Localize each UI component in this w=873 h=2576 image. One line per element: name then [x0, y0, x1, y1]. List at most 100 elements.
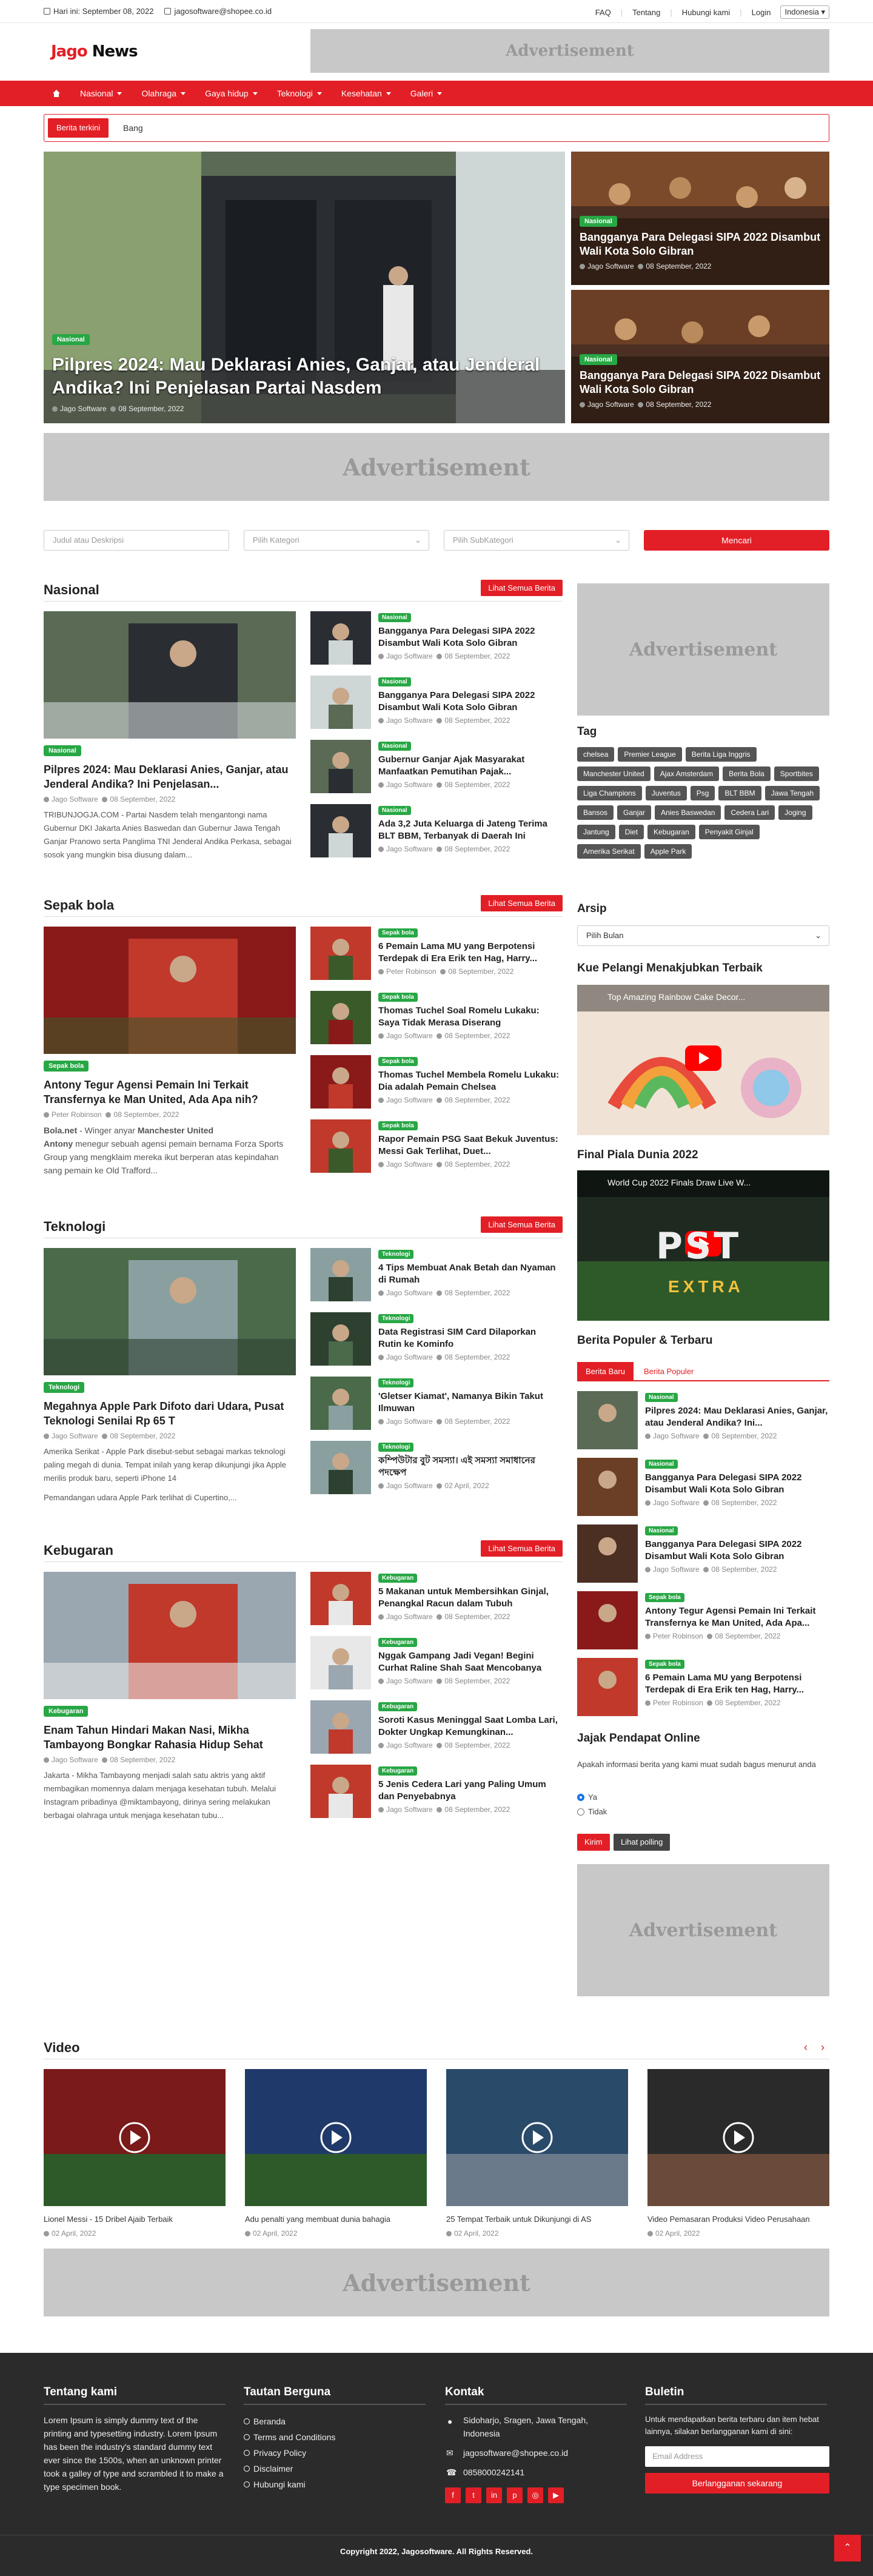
- tag-item[interactable]: BLT BBM: [718, 786, 761, 800]
- sidebar-ad-2[interactable]: Advertisement: [577, 1864, 829, 1996]
- banner-ad[interactable]: Advertisement: [44, 433, 829, 501]
- category-badge[interactable]: Nasional: [645, 1393, 678, 1402]
- popular-item-image[interactable]: [577, 1658, 638, 1716]
- section-main-image[interactable]: [44, 1572, 296, 1699]
- popular-item-image[interactable]: [577, 1591, 638, 1649]
- category-badge[interactable]: Kebugaran: [44, 1706, 89, 1717]
- category-badge[interactable]: Nasional: [378, 677, 411, 686]
- tag-item[interactable]: Sportbites: [774, 766, 819, 781]
- subscribe-button[interactable]: Berlangganan sekarang: [645, 2473, 829, 2494]
- category-badge[interactable]: Sepak bola: [378, 928, 418, 937]
- popular-item-image[interactable]: [577, 1458, 638, 1516]
- list-item-title[interactable]: কম্পিউটার বুট সমস্যা। এই সমস্যা সমাধানের…: [378, 1455, 560, 1479]
- footer-link[interactable]: Privacy Policy: [244, 2445, 426, 2461]
- popular-item-title[interactable]: Pilpres 2024: Mau Deklarasi Anies, Ganja…: [645, 1405, 829, 1429]
- see-all-button[interactable]: Lihat Semua Berita: [481, 1216, 563, 1233]
- footer-link[interactable]: Terms and Conditions: [244, 2429, 426, 2445]
- category-badge[interactable]: Teknologi: [378, 1314, 414, 1323]
- video-card-thumbnail[interactable]: [44, 2069, 226, 2206]
- category-badge[interactable]: Nasional: [378, 613, 411, 622]
- tag-item[interactable]: Joging: [778, 805, 812, 820]
- category-badge[interactable]: Nasional: [52, 334, 90, 345]
- list-item-title[interactable]: 5 Jenis Cedera Lari yang Paling Umum dan…: [378, 1779, 560, 1803]
- pinterest-icon[interactable]: p: [507, 2487, 523, 2503]
- tag-item[interactable]: Berita Liga Inggris: [685, 747, 757, 762]
- tag-item[interactable]: Diet: [618, 825, 644, 839]
- chevron-right-icon[interactable]: ›: [821, 2041, 824, 2054]
- list-item-image[interactable]: [310, 1055, 371, 1109]
- list-item-image[interactable]: [310, 1441, 371, 1494]
- video-card-thumbnail[interactable]: [446, 2069, 628, 2206]
- list-item-title[interactable]: Thomas Tuchel Membela Romelu Lukaku: Dia…: [378, 1069, 560, 1093]
- see-all-button[interactable]: Lihat Semua Berita: [481, 1540, 563, 1557]
- tag-item[interactable]: Psg: [690, 786, 715, 800]
- instagram-icon[interactable]: ◎: [527, 2487, 543, 2503]
- tag-item[interactable]: Apple Park: [644, 844, 692, 859]
- section-main-title[interactable]: Antony Tegur Agensi Pemain Ini Terkait T…: [44, 1078, 296, 1107]
- language-select[interactable]: Indonesia ▾: [780, 5, 829, 19]
- popular-item-title[interactable]: Antony Tegur Agensi Pemain Ini Terkait T…: [645, 1605, 829, 1629]
- video-card-title[interactable]: Video Pemasaran Produksi Video Perusahaa…: [647, 2215, 829, 2224]
- poll-option-yes[interactable]: Ya: [577, 1793, 597, 1802]
- rainbow-cake-video[interactable]: Top Amazing Rainbow Cake Decor...: [577, 985, 829, 1135]
- archive-select[interactable]: Pilih Bulan ⌄: [577, 925, 829, 946]
- footer-ad[interactable]: Advertisement: [44, 2249, 829, 2316]
- top-link-contact[interactable]: Hubungi kami: [682, 8, 731, 17]
- top-link-about[interactable]: Tentang: [632, 8, 660, 17]
- list-item-title[interactable]: Thomas Tuchel Soal Romelu Lukaku: Saya T…: [378, 1005, 560, 1029]
- header-ad[interactable]: Advertisement: [310, 29, 829, 73]
- world-cup-video[interactable]: World Cup 2022 Finals Draw Live W... PST…: [577, 1170, 829, 1321]
- video-card-title[interactable]: 25 Tempat Terbaik untuk Dikunjungi di AS: [446, 2215, 628, 2224]
- list-item-title[interactable]: Bangganya Para Delegasi SIPA 2022 Disamb…: [378, 689, 560, 714]
- tag-item[interactable]: Cedera Lari: [724, 805, 775, 820]
- tag-item[interactable]: Manchester United: [577, 766, 651, 781]
- category-badge[interactable]: Nasional: [645, 1526, 678, 1535]
- list-item-image[interactable]: [310, 991, 371, 1044]
- popular-item-image[interactable]: [577, 1391, 638, 1449]
- hero-side-title-1[interactable]: Bangganya Para Delegasi SIPA 2022 Disamb…: [580, 230, 822, 258]
- category-badge[interactable]: Teknologi: [378, 1378, 414, 1387]
- category-badge[interactable]: Sepak bola: [378, 1057, 418, 1066]
- list-item-image[interactable]: [310, 740, 371, 793]
- tag-item[interactable]: chelsea: [577, 747, 615, 762]
- youtube-icon[interactable]: ▶: [548, 2487, 564, 2503]
- list-item-title[interactable]: 4 Tips Membuat Anak Betah dan Nyaman di …: [378, 1262, 560, 1286]
- list-item-image[interactable]: [310, 1377, 371, 1430]
- list-item-image[interactable]: [310, 927, 371, 980]
- search-button[interactable]: Mencari: [644, 530, 829, 551]
- footer-link[interactable]: Beranda: [244, 2413, 426, 2429]
- popular-item-title[interactable]: Bangganya Para Delegasi SIPA 2022 Disamb…: [645, 1472, 829, 1496]
- tag-item[interactable]: Anies Baswedan: [655, 805, 721, 820]
- nav-item-galeri[interactable]: Galeri: [401, 81, 452, 106]
- list-item-title[interactable]: Data Registrasi SIM Card Dilaporkan Ruti…: [378, 1326, 560, 1350]
- list-item-image[interactable]: [310, 1119, 371, 1173]
- category-badge[interactable]: Kebugaran: [378, 1638, 418, 1647]
- scroll-top-button[interactable]: ⌃: [834, 2535, 861, 2561]
- tag-item[interactable]: Premier League: [618, 747, 682, 762]
- category-badge[interactable]: Nasional: [580, 354, 617, 365]
- list-item-title[interactable]: 5 Makanan untuk Membersihkan Ginjal, Pen…: [378, 1586, 560, 1610]
- facebook-icon[interactable]: f: [445, 2487, 461, 2503]
- list-item-image[interactable]: [310, 1700, 371, 1754]
- list-item-image[interactable]: [310, 1572, 371, 1625]
- nav-item-nasional[interactable]: Nasional: [70, 81, 132, 106]
- category-badge[interactable]: Nasional: [580, 216, 617, 227]
- popular-item-title[interactable]: Bangganya Para Delegasi SIPA 2022 Disamb…: [645, 1538, 829, 1563]
- list-item-title[interactable]: Bangganya Para Delegasi SIPA 2022 Disamb…: [378, 625, 560, 649]
- hero-main-title[interactable]: Pilpres 2024: Mau Deklarasi Anies, Ganja…: [52, 354, 549, 400]
- site-logo[interactable]: Jago News: [51, 42, 138, 61]
- top-link-faq[interactable]: FAQ: [595, 8, 611, 17]
- list-item-image[interactable]: [310, 676, 371, 729]
- ticker-text[interactable]: Bang: [123, 123, 143, 133]
- footer-link[interactable]: Disclaimer: [244, 2461, 426, 2477]
- section-main-title[interactable]: Megahnya Apple Park Difoto dari Udara, P…: [44, 1399, 296, 1428]
- category-badge[interactable]: Sepak bola: [645, 1660, 684, 1669]
- video-card-thumbnail[interactable]: [647, 2069, 829, 2206]
- list-item-title[interactable]: Rapor Pemain PSG Saat Bekuk Juventus: Me…: [378, 1133, 560, 1158]
- tag-item[interactable]: Penyakit Ginjal: [698, 825, 760, 839]
- poll-option-no[interactable]: Tidak: [577, 1807, 607, 1816]
- category-badge[interactable]: Nasional: [378, 806, 411, 815]
- list-item-title[interactable]: Nggak Gampang Jadi Vegan! Begini Curhat …: [378, 1650, 560, 1674]
- tag-item[interactable]: Bansos: [577, 805, 614, 820]
- tag-item[interactable]: Jantung: [577, 825, 615, 839]
